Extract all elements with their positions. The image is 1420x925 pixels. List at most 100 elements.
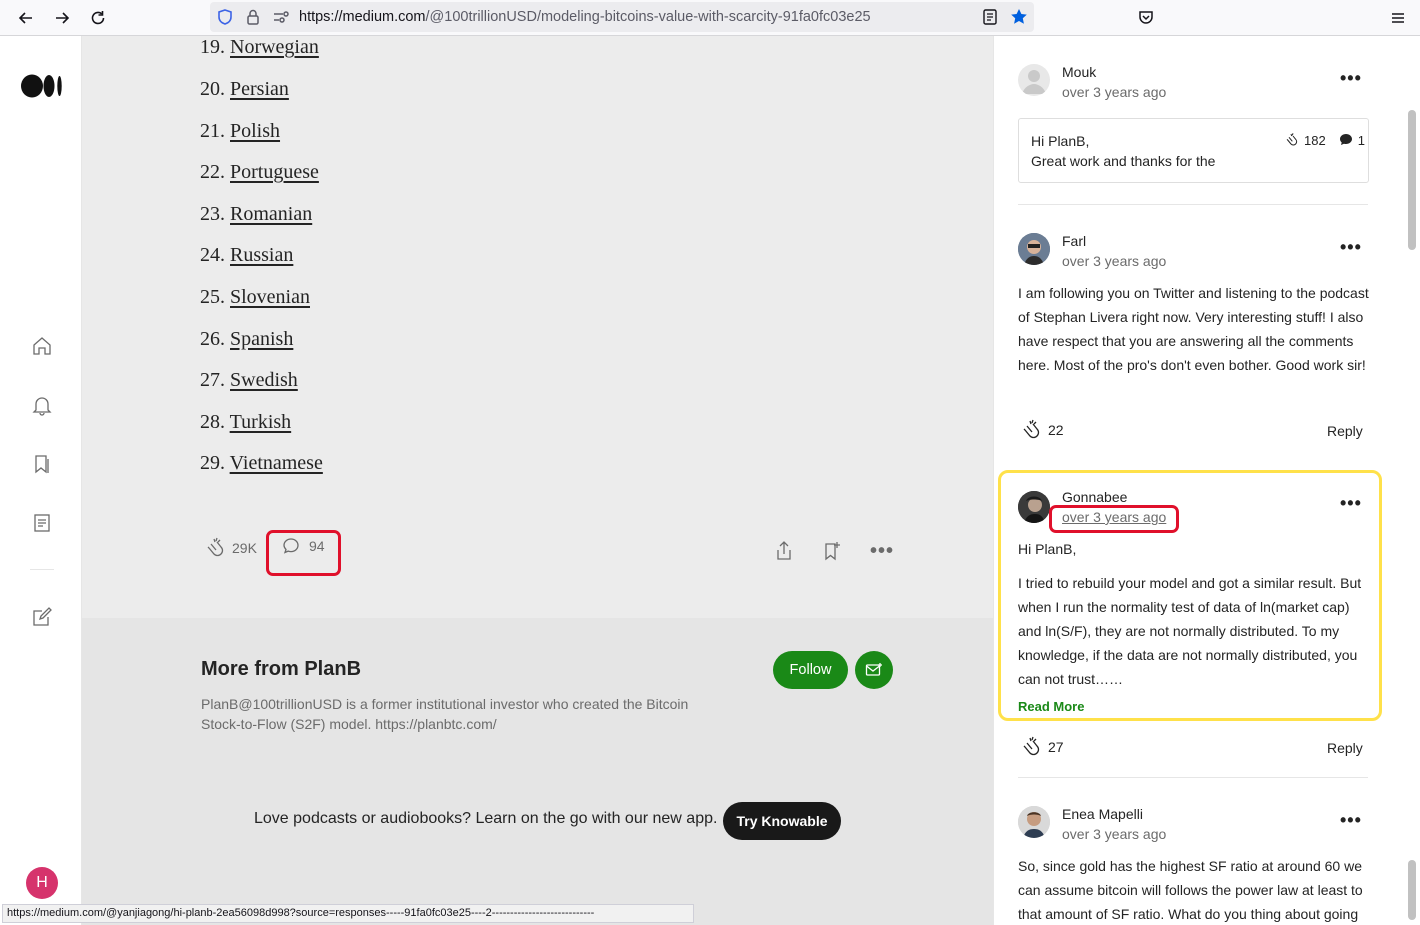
language-list-item: 25. Slovenian xyxy=(200,286,310,309)
subscribe-email-button[interactable] xyxy=(855,651,893,689)
clap-counter[interactable]: 29K xyxy=(202,536,257,560)
response-time[interactable]: over 3 years ago xyxy=(1062,826,1166,842)
nav-divider xyxy=(30,569,54,570)
language-list-item: 23. Romanian xyxy=(200,203,312,226)
language-link[interactable]: Norwegian xyxy=(230,36,319,58)
language-link[interactable]: Russian xyxy=(230,244,293,266)
forward-icon[interactable] xyxy=(48,4,76,32)
hamburger-menu-icon[interactable] xyxy=(1384,4,1412,32)
language-list-item: 24. Russian xyxy=(200,244,293,267)
status-bar-url: https://medium.com/@yanjiagong/hi-planb-… xyxy=(2,904,694,923)
response-author[interactable]: Farl xyxy=(1062,233,1086,249)
response-time[interactable]: over 3 years ago xyxy=(1062,84,1166,100)
share-icon[interactable] xyxy=(774,540,794,567)
more-options-icon[interactable]: ••• xyxy=(870,540,894,563)
language-link[interactable]: Slovenian xyxy=(230,286,310,308)
avatar[interactable] xyxy=(1018,233,1050,265)
divider xyxy=(1018,204,1368,205)
quote-reply-count: 1 xyxy=(1357,132,1365,148)
reader-view-icon[interactable] xyxy=(982,8,998,26)
response-menu-icon[interactable]: ••• xyxy=(1340,237,1362,258)
language-link[interactable]: Polish xyxy=(230,120,280,142)
save-bookmark-icon[interactable] xyxy=(822,540,842,567)
reply-button[interactable]: Reply xyxy=(1327,423,1363,439)
user-photo-icon xyxy=(1018,233,1050,265)
promo-text: Love podcasts or audiobooks? Learn on th… xyxy=(254,810,718,827)
reply-button[interactable]: Reply xyxy=(1327,740,1363,756)
tracking-shield-icon[interactable] xyxy=(216,8,234,26)
response-menu-icon[interactable]: ••• xyxy=(1340,68,1362,89)
user-photo-icon xyxy=(1018,806,1050,838)
reload-icon[interactable] xyxy=(84,4,112,32)
response-author[interactable]: Gonnabee xyxy=(1062,489,1127,505)
list-number: 29. xyxy=(200,452,225,474)
language-link[interactable]: Romanian xyxy=(230,203,312,225)
avatar[interactable] xyxy=(1018,806,1050,838)
quoted-text: Hi PlanB, Great work and thanks for the xyxy=(1031,131,1215,171)
write-icon[interactable] xyxy=(28,603,56,631)
language-link[interactable]: Vietnamese xyxy=(230,452,323,474)
language-list-item: 21. Polish xyxy=(200,120,280,143)
url-host: https://medium.com xyxy=(299,9,426,25)
list-number: 25. xyxy=(200,286,225,308)
back-icon[interactable] xyxy=(12,4,40,32)
language-link[interactable]: Spanish xyxy=(230,328,293,350)
response-clap[interactable]: 22 xyxy=(1018,418,1064,442)
more-from-section: More from PlanB PlanB@100trillionUSD is … xyxy=(82,618,993,925)
avatar[interactable] xyxy=(1018,491,1050,523)
pocket-icon[interactable] xyxy=(1132,4,1160,32)
panel-scrollbar-thumb[interactable] xyxy=(1408,110,1416,250)
page-scrollbar-thumb[interactable] xyxy=(1408,860,1416,920)
response-author[interactable]: Enea Mapelli xyxy=(1062,806,1143,822)
clap-count: 29K xyxy=(232,540,257,556)
response-body: So, since gold has the highest SF ratio … xyxy=(1018,858,1363,922)
medium-logo-icon[interactable] xyxy=(21,74,63,103)
language-link[interactable]: Portuguese xyxy=(230,161,319,183)
lists-bookmark-icon[interactable] xyxy=(28,450,56,478)
bookmark-star-icon[interactable] xyxy=(1009,7,1029,27)
list-number: 27. xyxy=(200,369,225,391)
response-body: I am following you on Twitter and listen… xyxy=(1018,285,1369,373)
medium-left-nav: H xyxy=(0,36,82,925)
language-link[interactable]: Persian xyxy=(230,78,289,100)
responses-highlight xyxy=(266,530,341,576)
try-knowable-button[interactable]: Try Knowable xyxy=(723,802,841,840)
clap-icon[interactable] xyxy=(1018,418,1042,442)
read-more-link[interactable]: Read More xyxy=(1018,699,1084,714)
response-menu-icon[interactable]: ••• xyxy=(1340,810,1362,831)
language-list-item: 27. Swedish xyxy=(200,369,298,392)
follow-button[interactable]: Follow xyxy=(773,651,848,689)
list-number: 26. xyxy=(200,328,225,350)
response-menu-icon[interactable]: ••• xyxy=(1340,493,1362,514)
response-greeting: Hi PlanB, xyxy=(1018,541,1077,557)
notifications-bell-icon[interactable] xyxy=(28,391,56,419)
permissions-icon[interactable] xyxy=(272,9,290,25)
quote-line: Hi PlanB, xyxy=(1031,133,1090,149)
url-text[interactable]: https://medium.com/@100trillionUSD/model… xyxy=(299,9,871,25)
response-time[interactable]: over 3 years ago xyxy=(1062,253,1166,269)
lock-icon[interactable] xyxy=(245,8,261,26)
browser-toolbar: https://medium.com/@100trillionUSD/model… xyxy=(0,0,1420,36)
clap-icon[interactable] xyxy=(202,536,226,560)
home-icon[interactable] xyxy=(28,332,56,360)
quoted-response[interactable]: Hi PlanB, Great work and thanks for the … xyxy=(1018,118,1369,183)
quote-line: Great work and thanks for the xyxy=(1031,153,1216,169)
response-author[interactable]: Mouk xyxy=(1062,64,1096,80)
language-link[interactable]: Turkish xyxy=(230,411,292,433)
user-avatar[interactable]: H xyxy=(26,867,58,899)
list-number: 28. xyxy=(200,411,225,433)
author-description: PlanB@100trillionUSD is a former institu… xyxy=(201,696,689,732)
user-photo-icon xyxy=(1018,491,1050,523)
more-from-title: More from PlanB xyxy=(201,658,362,680)
response-clap[interactable]: 27 xyxy=(1018,735,1064,759)
language-list-item: 19. Norwegian xyxy=(200,36,319,59)
clap-icon[interactable] xyxy=(1018,735,1042,759)
address-bar[interactable]: https://medium.com/@100trillionUSD/model… xyxy=(210,2,1034,32)
url-path: /@100trillionUSD/modeling-bitcoins-value… xyxy=(425,9,871,25)
divider xyxy=(1018,777,1368,778)
stories-icon[interactable] xyxy=(28,509,56,537)
avatar[interactable] xyxy=(1018,64,1050,96)
language-link[interactable]: Swedish xyxy=(230,369,298,391)
quote-stats: 182 1 xyxy=(1283,132,1365,148)
default-user-icon xyxy=(1022,70,1046,94)
